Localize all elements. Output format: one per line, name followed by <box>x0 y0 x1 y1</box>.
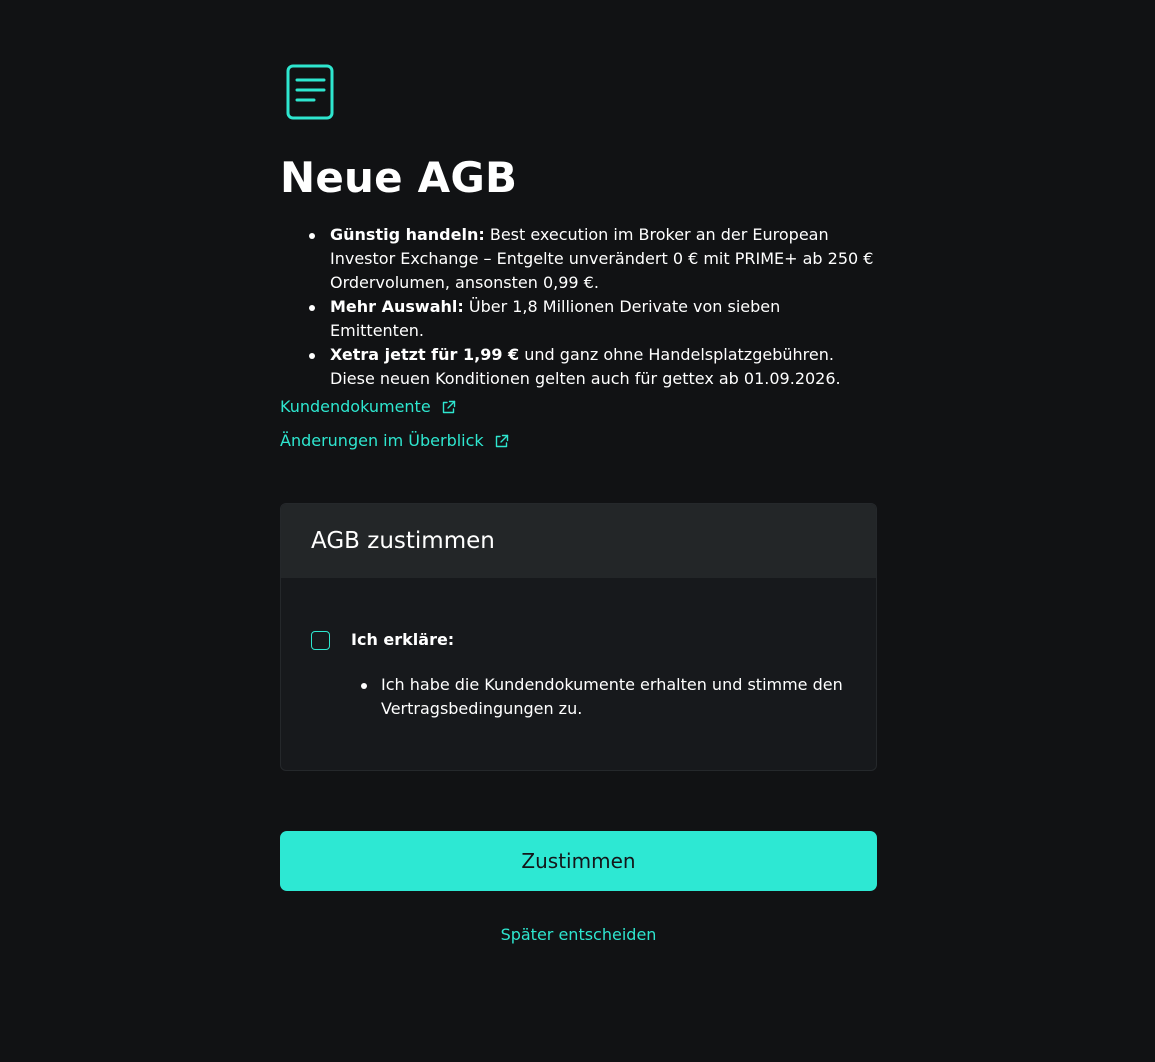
link-label: Kundendokumente <box>280 397 431 416</box>
aenderungen-link[interactable]: Änderungen im Überblick <box>280 430 509 452</box>
external-link-icon <box>495 434 508 447</box>
decide-later-link[interactable]: Später entscheiden <box>280 924 877 946</box>
agree-button[interactable]: Zustimmen <box>280 831 877 891</box>
list-item-heading: Günstig handeln: <box>330 225 485 244</box>
changes-list: Günstig handeln: Best execution im Broke… <box>280 223 877 391</box>
link-label: Änderungen im Überblick <box>280 431 484 450</box>
list-item: Günstig handeln: Best execution im Broke… <box>309 223 877 295</box>
decide-later-label: Später entscheiden <box>500 925 657 944</box>
consent-card: AGB zustimmen Ich erkläre: Ich habe die … <box>280 503 877 771</box>
consent-checkbox[interactable] <box>311 631 330 650</box>
list-item-heading: Mehr Auswahl: <box>330 297 464 316</box>
declare-label: Ich erkläre: <box>351 630 455 649</box>
list-item: Ich habe die Kundendokumente erhalten un… <box>361 673 851 721</box>
list-item-heading: Xetra jetzt für 1,99 € <box>330 345 520 364</box>
list-item: Mehr Auswahl: Über 1,8 Millionen Derivat… <box>309 295 877 343</box>
page-title: Neue AGB <box>280 153 518 202</box>
agree-button-label: Zustimmen <box>521 849 636 873</box>
consent-card-header: AGB zustimmen <box>281 504 876 578</box>
document-icon <box>286 64 334 120</box>
kundendokumente-link[interactable]: Kundendokumente <box>280 396 456 418</box>
list-item: Xetra jetzt für 1,99 € und ganz ohne Han… <box>309 343 877 391</box>
consent-card-title: AGB zustimmen <box>311 528 495 554</box>
declare-list: Ich habe die Kundendokumente erhalten un… <box>361 673 851 721</box>
external-link-icon <box>442 400 455 413</box>
